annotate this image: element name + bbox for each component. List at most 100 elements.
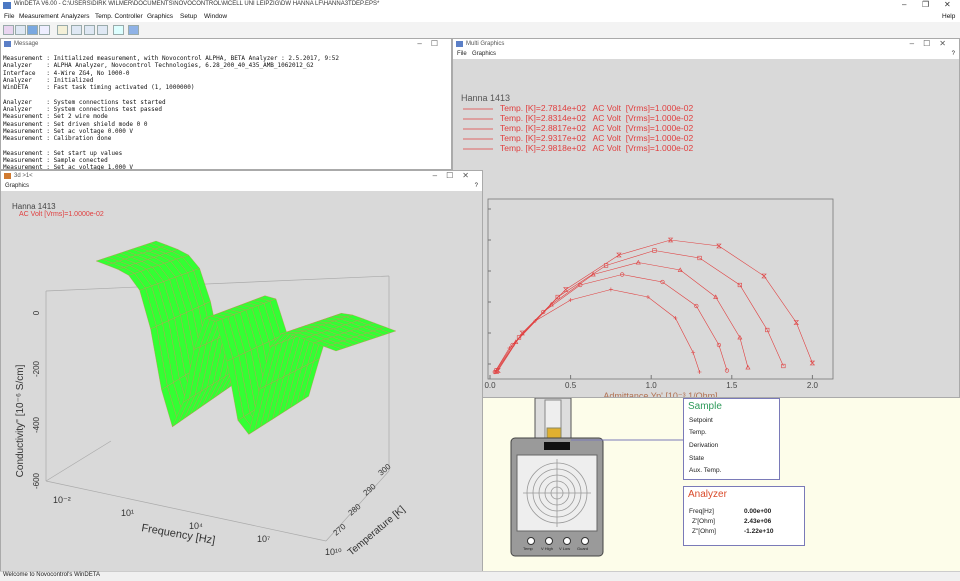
cell-sample-slot: [544, 442, 570, 450]
x-tick-label: 10⁴: [189, 521, 203, 531]
x-axis-label: Admittance Yp' [10⁻³ 1/Ohm]: [603, 391, 717, 397]
sample-row-state: State: [689, 455, 705, 462]
app-icon: [3, 2, 11, 9]
minimize-button[interactable]: –: [902, 0, 906, 9]
analyzer-label-zreal: Z'[Ohm]: [692, 518, 715, 525]
connector-jack: [581, 537, 589, 545]
multi-graphics-plot-area: Hanna 1413 Temp. [K]=2.7814e+02 AC Volt …: [453, 59, 959, 397]
menu-window[interactable]: Window: [204, 13, 227, 20]
data-point: [761, 273, 767, 279]
message-window-titlebar[interactable]: Message –☐: [1, 39, 451, 50]
sample-info-box: Sample Setpoint Temp. Derivation State A…: [683, 398, 780, 480]
multi-graphics-titlebar[interactable]: Multi Graphics –☐✕: [453, 39, 959, 50]
connector-label: V Low: [559, 546, 571, 551]
settings-icon[interactable]: [27, 25, 38, 35]
step-icon[interactable]: [97, 25, 108, 35]
plot-frame: [487, 198, 834, 380]
axis-box-edge: [45, 275, 390, 292]
list-icon[interactable]: [15, 25, 26, 35]
sample-cell-panel: Temp V High V Low Guard Sample Setpoint Tem…: [483, 398, 960, 571]
plot3d-controls[interactable]: –☐✕: [433, 171, 478, 180]
sample-row-temp: Temp.: [689, 429, 707, 436]
connector-label: Guard: [577, 546, 589, 551]
menu-graphics[interactable]: Graphics: [147, 13, 173, 20]
plot3d-window: 3d >1< –☐✕ Graphics ? Hanna 1413 AC Volt…: [0, 170, 483, 572]
series-line: [496, 262, 749, 373]
data-point: [616, 252, 622, 258]
analyzer-value-zreal: 2.43e+06: [744, 518, 772, 525]
message-line: Analyzer : Initialized: [3, 76, 94, 84]
plot3d-titlebar[interactable]: 3d >1< –☐✕: [1, 171, 482, 182]
message-line: Measurement : Set ac voltage 0.000 V: [3, 127, 134, 135]
menu-temp-controller[interactable]: Temp. Controller: [95, 13, 143, 20]
multi-graphics-window: Multi Graphics –☐✕ File Graphics ? Hanna…: [452, 38, 960, 398]
multi-graphics-menu: File Graphics ?: [453, 50, 959, 59]
y-tick-label: 270: [332, 522, 348, 538]
x-tick-label: 10¹: [121, 508, 134, 518]
window-icon[interactable]: [128, 25, 139, 35]
data-point: [691, 350, 696, 355]
menu-analyzers[interactable]: Analyzers: [61, 13, 90, 20]
plot3d-help[interactable]: ?: [475, 183, 478, 189]
stop-icon[interactable]: [84, 25, 95, 35]
message-line: Measurement : Initialized measurement, w…: [3, 55, 339, 62]
x-tick-label: 1.0: [646, 381, 658, 390]
new-file-icon[interactable]: [3, 25, 14, 35]
message-line: [3, 143, 339, 150]
message-line: Analyzer : ALPHA Analyzer, Novocontrol T…: [3, 62, 314, 70]
message-window: Message –☐ Measurement : Initialized mea…: [0, 38, 452, 172]
x-tick-label: 1.5: [726, 381, 738, 390]
message-line: Measurement : Set 2 wire mode: [3, 113, 108, 121]
z-tick-label: 0: [32, 310, 41, 315]
analyzer-label-zimag: Z"[Ohm]: [692, 528, 716, 535]
analyzer-label-freq: Freq[Hz]: [689, 508, 714, 515]
sample-title: Sample: [688, 401, 722, 412]
message-line: WinDETA : Fast task timing activated (1,…: [3, 84, 195, 92]
message-line: Analyzer : System connections test start…: [3, 98, 166, 106]
data-point: [568, 298, 573, 302]
restore-button[interactable]: ❐: [922, 0, 929, 9]
message-window-controls[interactable]: –☐: [417, 39, 447, 48]
connector-label: V High: [541, 546, 554, 551]
play-one-icon[interactable]: [57, 25, 68, 35]
data-point: [563, 287, 569, 292]
x-tick-label: 10⁻²: [53, 495, 71, 505]
data-point: [697, 370, 702, 374]
mg-help[interactable]: ?: [952, 51, 955, 57]
message-log: Measurement : Initialized measurement, w…: [3, 55, 339, 172]
multi-graphics-icon: [456, 41, 463, 47]
analyzer-title: Analyzer: [688, 489, 727, 500]
close-button[interactable]: ✕: [944, 0, 951, 9]
y-tick-label: 300: [377, 462, 393, 478]
x-tick-label: 2.0: [807, 381, 819, 390]
data-point: [608, 287, 613, 292]
z-tick-label: -200: [32, 360, 41, 377]
plot3d-menu-graphics[interactable]: Graphics: [5, 183, 29, 189]
mg-menu-file[interactable]: File: [457, 51, 467, 57]
connector-jack: [545, 537, 553, 545]
menu-help[interactable]: Help: [942, 13, 955, 20]
x-axis-label: Frequency [Hz]: [140, 522, 216, 547]
connector-jack: [563, 537, 571, 545]
data-point: [809, 360, 816, 366]
multi-graphics-title: Multi Graphics: [466, 41, 505, 47]
toolbar: [0, 22, 960, 39]
sample-row-derivation: Derivation: [689, 442, 719, 449]
message-line: Interface : 4-Wire ZG4, No 1000-0: [3, 69, 130, 77]
waveform-icon[interactable]: [39, 25, 50, 35]
surface-plot: 0 -200 -400 -600 Conductivity'' [10⁻⁶ S/cm] 1…: [15, 240, 408, 558]
message-line: Measurement : Set start up values: [3, 149, 123, 157]
menu-bar: File Measurement Analyzers Temp. Control…: [0, 12, 960, 22]
pause-icon[interactable]: [71, 25, 82, 35]
gear-icon[interactable]: [113, 25, 124, 35]
axis-box-edge: [45, 440, 112, 482]
multi-graphics-controls[interactable]: –☐✕: [910, 39, 955, 48]
message-line: Analyzer : System connections test passe…: [3, 106, 162, 114]
mg-menu-graphics[interactable]: Graphics: [472, 51, 496, 57]
menu-file[interactable]: File: [4, 13, 14, 20]
plot3d-icon: [4, 173, 11, 179]
message-line: [3, 91, 339, 98]
y-tick-label: 290: [362, 482, 378, 498]
menu-measurement[interactable]: Measurement: [19, 13, 59, 20]
menu-setup[interactable]: Setup: [180, 13, 197, 20]
